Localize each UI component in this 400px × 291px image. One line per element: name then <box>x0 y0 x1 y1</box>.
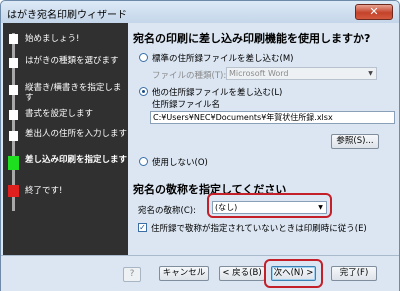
honorific-checkbox-label: 住所録で敬称が指定されていないときは印刷時に従う(E) <box>151 224 367 234</box>
step-card-type[interactable]: はがきの種類を選びます <box>25 56 127 66</box>
step-marker-4 <box>9 110 18 120</box>
wizard-window: はがき宛名印刷ウィザード ✕ 始めましょう! はがきの種類を選びます 縦書き/横… <box>0 0 400 291</box>
option-standard-label: 標準の住所録ファイルを差し込む(M) <box>152 54 294 64</box>
title-bar: はがき宛名印刷ウィザード ✕ <box>1 1 399 23</box>
step-sender[interactable]: 差出人の住所を入力します <box>25 129 127 139</box>
finish-button[interactable]: 完了(F) <box>331 266 377 281</box>
step-start[interactable]: 始めましょう! <box>25 34 127 44</box>
close-button[interactable]: ✕ <box>355 4 393 20</box>
honorific-highlight-annotation <box>207 193 332 218</box>
back-button[interactable]: < 戻る(B) <box>219 266 265 281</box>
step-merge[interactable]: 差し込み印刷を指定します <box>25 155 127 165</box>
address-file-label: 住所録ファイル名 <box>152 100 221 110</box>
cancel-button[interactable]: キャンセル <box>159 266 209 281</box>
window-title: はがき宛名印刷ウィザード <box>7 10 127 21</box>
step-marker-2 <box>9 58 18 68</box>
file-type-dropdown[interactable]: Microsoft Word ▼ <box>226 67 377 80</box>
file-type-label: ファイルの種類(T): <box>152 71 227 81</box>
step-marker-6-active <box>8 156 19 170</box>
radio-do-not-use[interactable] <box>139 157 148 166</box>
step-marker-5 <box>9 131 18 141</box>
radio-standard-address-file[interactable] <box>139 53 148 62</box>
main-panel: 宛名の印刷に差し込み印刷機能を使用しますか? 標準の住所録ファイルを差し込む(M… <box>128 23 399 255</box>
honorific-checkbox[interactable]: ✓ <box>138 223 147 232</box>
browse-button[interactable]: 参照(S)... <box>331 134 379 149</box>
step-marker-1 <box>9 34 18 44</box>
next-highlight-annotation <box>264 259 323 288</box>
steps-sidebar: 始めましょう! はがきの種類を選びます 縦書き/横書きを指定します 書式を設定し… <box>3 23 128 255</box>
merge-question-heading: 宛名の印刷に差し込み印刷機能を使用しますか? <box>133 32 371 45</box>
step-marker-end <box>8 185 19 197</box>
help-button[interactable]: ? <box>123 267 141 282</box>
radio-other-address-file[interactable] <box>139 87 148 96</box>
step-format[interactable]: 書式を設定します <box>25 109 127 119</box>
option-none-label: 使用しない(O) <box>152 158 208 168</box>
file-type-value: Microsoft Word <box>229 69 289 78</box>
step-orientation[interactable]: 縦書き/横書きを指定します <box>25 83 127 103</box>
chevron-down-icon: ▼ <box>368 70 373 77</box>
address-file-path-field[interactable]: C:¥Users¥NEC¥Documents¥年賀状住所録.xlsx <box>150 111 395 124</box>
step-finish[interactable]: 終了です! <box>25 186 127 196</box>
honorific-label: 宛名の敬称(C): <box>138 206 196 216</box>
wizard-footer: ? キャンセル < 戻る(B) 次へ(N) > 完了(F) <box>1 255 399 291</box>
option-other-label: 他の住所録ファイルを差し込む(L) <box>152 88 283 98</box>
step-marker-3 <box>9 85 18 95</box>
